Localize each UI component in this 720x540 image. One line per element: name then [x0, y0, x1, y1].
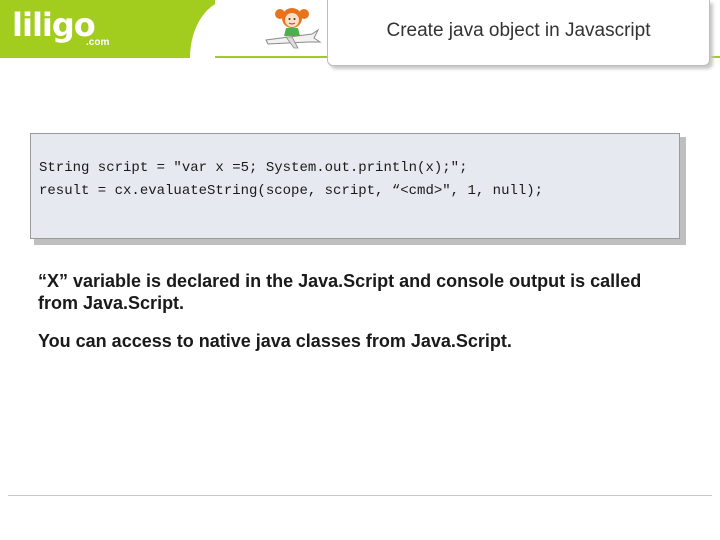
footer-divider — [8, 495, 712, 496]
paragraph-variable-declared: “X” variable is declared in the Java.Scr… — [38, 271, 642, 313]
logo-suffix: .com — [86, 37, 110, 48]
slide-title: Create java object in Javascript — [386, 20, 651, 41]
paragraph-native-java-access: You can access to native java classes fr… — [38, 331, 512, 351]
code-line-2: result = cx.evaluateString(scope, script… — [39, 183, 544, 199]
logo-text: liligo — [12, 6, 96, 44]
code-box: String script = "var x =5; System.out.pr… — [30, 133, 680, 239]
liligo-logo[interactable]: liligo .com — [12, 6, 122, 54]
title-box: Create java object in Javascript — [327, 0, 710, 66]
code-line-1: String script = "var x =5; System.out.pr… — [39, 160, 468, 176]
girl-on-plane-icon — [265, 8, 322, 49]
